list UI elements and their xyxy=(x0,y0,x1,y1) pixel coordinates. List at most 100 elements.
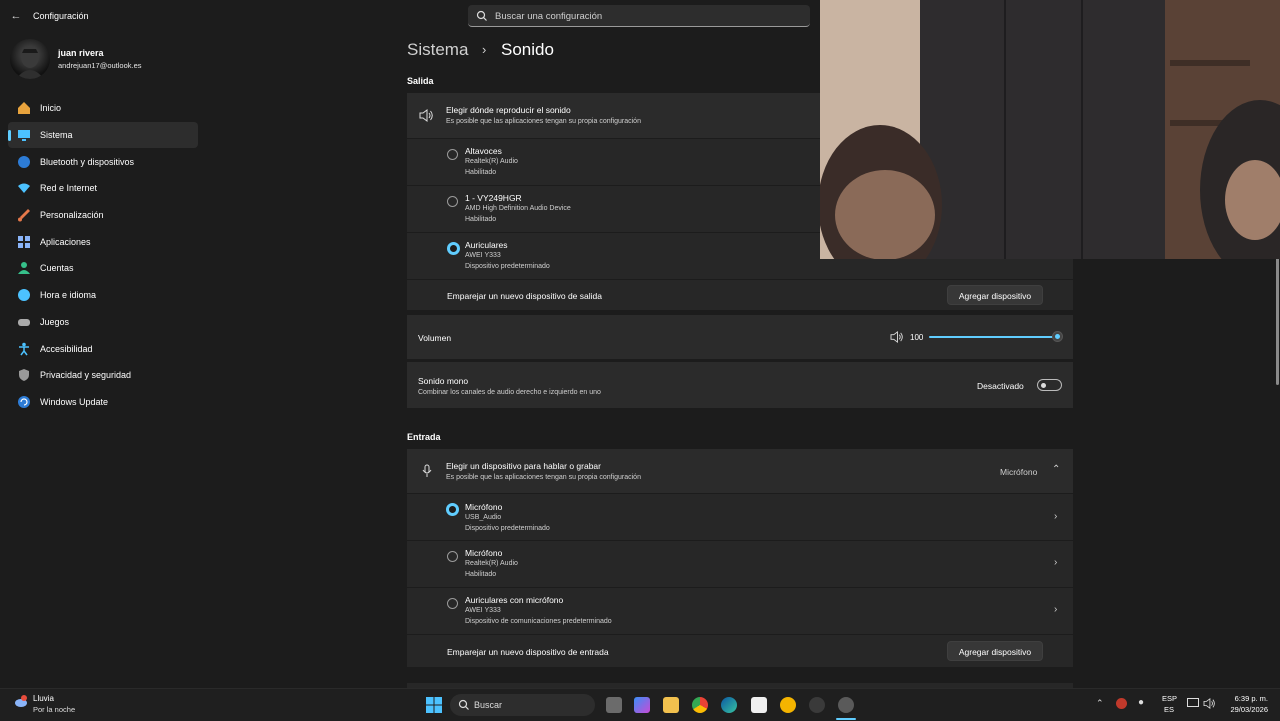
accessibility-icon xyxy=(17,342,31,356)
lang-line2: ES xyxy=(1164,705,1175,714)
input-chooser-card[interactable]: Elegir un dispositivo para hablar o grab… xyxy=(407,449,1073,493)
gamepad-icon xyxy=(17,315,31,329)
copilot-icon[interactable] xyxy=(634,697,650,713)
breadcrumb-chevron-icon: › xyxy=(482,42,487,57)
output-device-driver: AMD High Definition Audio Device xyxy=(465,205,571,212)
input-device-headset-mic[interactable]: Auriculares con micrófono AWEI Y333 Disp… xyxy=(407,588,1073,634)
obs-icon[interactable] xyxy=(809,697,825,713)
input-radio-usb-mic[interactable] xyxy=(446,503,459,516)
sidebar-item-inicio[interactable]: Inicio xyxy=(8,95,198,122)
tray-volume-icon[interactable] xyxy=(1203,698,1216,709)
edge-icon[interactable] xyxy=(721,697,737,713)
add-input-device-button[interactable]: Agregar dispositivo xyxy=(947,641,1043,661)
user-email: andrejuan17@outlook.es xyxy=(58,61,142,70)
tray-microphone-icon[interactable]: ● xyxy=(1138,697,1144,708)
task-view-icon[interactable] xyxy=(606,697,622,713)
speaker-icon xyxy=(419,109,433,122)
input-device-usb-mic[interactable]: Micrófono USB_Audio Dispositivo predeter… xyxy=(407,494,1073,540)
sidebar-item-label: Windows Update xyxy=(40,396,109,407)
volume-slider-track[interactable] xyxy=(929,336,1057,338)
volume-label: Volumen xyxy=(418,333,452,343)
app-icon[interactable] xyxy=(780,697,796,713)
input-chooser-title: Elegir un dispositivo para hablar o grab… xyxy=(446,461,601,471)
lang-line1[interactable]: ESP xyxy=(1162,694,1177,703)
sidebar-item-bluetooth-y-dispositivos[interactable]: Bluetooth y dispositivos xyxy=(8,148,198,175)
volume-slider-thumb[interactable] xyxy=(1052,331,1063,342)
sidebar-item-juegos[interactable]: Juegos xyxy=(8,309,198,336)
weather-icon[interactable] xyxy=(13,694,29,710)
chevron-up-icon[interactable]: ⌃ xyxy=(1052,464,1060,475)
person-icon xyxy=(17,261,31,275)
add-output-device-button[interactable]: Agregar dispositivo xyxy=(947,285,1043,305)
volume-icon[interactable] xyxy=(890,331,904,343)
sidebar-item-aplicaciones[interactable]: Aplicaciones xyxy=(8,228,198,255)
home-icon xyxy=(17,101,31,115)
sidebar-item-label: Red e Internet xyxy=(40,183,98,194)
sidebar-item-hora-e-idioma[interactable]: Hora e idioma xyxy=(8,282,198,309)
sidebar-item-red-e-internet[interactable]: Red e Internet xyxy=(8,175,198,202)
chevron-right-icon[interactable]: › xyxy=(1054,511,1057,522)
taskbar-search[interactable]: Buscar xyxy=(450,694,595,716)
output-device-name: 1 - VY249HGR xyxy=(465,193,522,203)
search-input[interactable]: Buscar una configuración xyxy=(468,5,810,27)
breadcrumb-parent[interactable]: Sistema xyxy=(407,40,468,60)
sidebar-item-accesibilidad[interactable]: Accesibilidad xyxy=(8,335,198,362)
globe-clock-icon xyxy=(17,288,31,302)
store-icon[interactable] xyxy=(751,697,767,713)
input-device-driver: Realtek(R) Audio xyxy=(465,560,518,567)
input-device-name: Micrófono xyxy=(465,548,503,558)
input-device-realtek-mic[interactable]: Micrófono Realtek(R) Audio Habilitado › xyxy=(407,541,1073,587)
tray-app-icon[interactable] xyxy=(1116,698,1127,709)
user-name: juan rivera xyxy=(58,48,104,58)
sidebar-item-cuentas[interactable]: Cuentas xyxy=(8,255,198,282)
input-device-driver: AWEI Y333 xyxy=(465,607,501,614)
output-device-driver: Realtek(R) Audio xyxy=(465,158,518,165)
avatar[interactable] xyxy=(10,39,50,79)
output-radio-monitor[interactable] xyxy=(447,196,458,207)
sidebar-item-personalizaci-n[interactable]: Personalización xyxy=(8,202,198,229)
search-icon xyxy=(476,10,487,21)
input-chooser-subtitle: Es posible que las aplicaciones tengan s… xyxy=(446,474,641,481)
mono-card: Sonido mono Combinar los canales de audi… xyxy=(407,362,1073,408)
mono-state-label: Desactivado xyxy=(977,381,1024,391)
file-explorer-icon[interactable] xyxy=(663,697,679,713)
chevron-right-icon[interactable]: › xyxy=(1054,604,1057,615)
output-pair-row: Emparejar un nuevo dispositivo de salida… xyxy=(407,280,1073,310)
input-selected-device: Micrófono xyxy=(1000,467,1038,477)
network-icon[interactable] xyxy=(1187,698,1199,707)
input-pair-label: Emparejar un nuevo dispositivo de entrad… xyxy=(447,647,609,657)
taskbar-search-label: Buscar xyxy=(474,700,503,710)
weather-title: Lluvia xyxy=(33,694,54,703)
settings-gear-icon[interactable] xyxy=(838,697,854,713)
tray-chevron-up-icon[interactable]: ⌃ xyxy=(1096,698,1104,709)
back-arrow-icon[interactable]: ← xyxy=(8,9,24,23)
sidebar-item-windows-update[interactable]: Windows Update xyxy=(8,389,198,416)
sidebar-item-label: Hora e idioma xyxy=(40,290,97,301)
clock-time[interactable]: 6:39 p. m. xyxy=(1222,694,1268,703)
output-device-status: Habilitado xyxy=(465,216,497,223)
input-device-status: Dispositivo predeterminado xyxy=(465,525,550,532)
output-radio-auriculares[interactable] xyxy=(447,242,460,255)
apps-icon xyxy=(17,235,31,249)
output-device-status: Habilitado xyxy=(465,169,497,176)
output-device-status: Dispositivo predeterminado xyxy=(465,263,550,270)
sidebar-item-label: Bluetooth y dispositivos xyxy=(40,156,135,167)
input-device-status: Habilitado xyxy=(465,571,497,578)
input-device-list: Micrófono USB_Audio Dispositivo predeter… xyxy=(407,494,1073,634)
sidebar-item-privacidad-y-seguridad[interactable]: Privacidad y seguridad xyxy=(8,362,198,389)
sidebar-item-sistema[interactable]: Sistema xyxy=(8,121,198,149)
start-icon[interactable] xyxy=(426,697,442,713)
mono-toggle[interactable] xyxy=(1037,379,1062,391)
input-radio-realtek-mic[interactable] xyxy=(447,551,458,562)
chrome-icon[interactable] xyxy=(692,697,708,713)
webcam-overlay xyxy=(820,0,1280,259)
output-radio-altavoces[interactable] xyxy=(447,149,458,160)
output-device-name: Altavoces xyxy=(465,146,502,156)
chevron-right-icon[interactable]: › xyxy=(1054,557,1057,568)
title-bar: ← Configuración Buscar una configuración xyxy=(0,0,820,32)
sidebar-item-label: Aplicaciones xyxy=(40,236,91,247)
output-device-name: Auriculares xyxy=(465,240,508,250)
shield-icon xyxy=(17,368,31,382)
input-radio-headset-mic[interactable] xyxy=(447,598,458,609)
sidebar-item-label: Privacidad y seguridad xyxy=(40,370,132,381)
